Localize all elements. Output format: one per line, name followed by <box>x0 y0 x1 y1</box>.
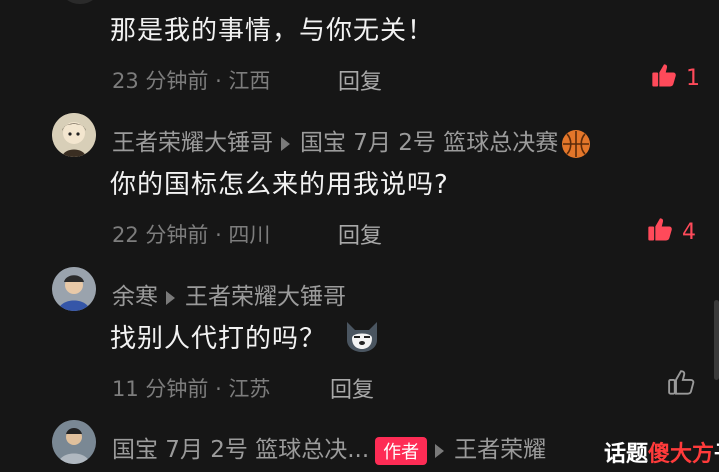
author-badge: 作者 <box>375 436 428 465</box>
like-button-2[interactable]: 4 <box>646 216 696 248</box>
reply-to-3[interactable]: 王者荣耀大锤哥 <box>185 284 346 310</box>
comment-header-4: 国宝 7月 2号 篮球总决... 作者 王者荣耀 <box>112 430 546 465</box>
comment-time-2: 22 分钟前 · 四川 <box>112 223 271 247</box>
avatar-user-2[interactable] <box>52 113 96 157</box>
username-2[interactable]: 王者荣耀大锤哥 <box>112 130 273 156</box>
thumbs-up-icon <box>646 216 674 248</box>
username-4[interactable]: 国宝 7月 2号 篮球总决... <box>112 437 369 463</box>
like-count-1: 1 <box>686 65 700 91</box>
reply-button-3[interactable]: 回复 <box>330 372 374 404</box>
comment-text-3-content: 找别人代打的吗？ <box>110 324 327 354</box>
reply-arrow-icon <box>281 136 290 151</box>
like-button-3[interactable] <box>666 368 696 402</box>
thumbs-up-icon <box>666 370 696 402</box>
reply-arrow-icon <box>166 290 175 305</box>
comment-header-3: 余寒 王者荣耀大锤哥 <box>112 277 346 311</box>
scrollbar[interactable] <box>714 300 719 380</box>
comment-text-2: 你的国标怎么来的用我说吗? <box>110 170 449 200</box>
comment-text-1: 那是我的事情，与你无关！ <box>110 16 435 46</box>
thumbs-up-icon <box>650 62 678 94</box>
comment-header-2: 王者荣耀大锤哥 国宝 7月 2号 篮球总决赛 <box>112 123 591 158</box>
reply-to-2[interactable]: 国宝 7月 2号 篮球总决赛 <box>300 130 558 156</box>
like-count-2: 4 <box>682 219 696 245</box>
avatar-user-4[interactable] <box>52 420 96 464</box>
like-button-1[interactable]: 1 <box>650 62 700 94</box>
reply-button-1[interactable]: 回复 <box>338 64 382 96</box>
reply-button-2[interactable]: 回复 <box>338 218 382 250</box>
watermark-part1: 话题 <box>604 442 649 467</box>
reply-arrow-icon <box>435 443 445 458</box>
basketball-icon <box>562 129 591 158</box>
comment-text-3: 找别人代打的吗？ <box>110 318 381 361</box>
watermark: 话题傻大方子 <box>604 436 719 468</box>
reply-to-4[interactable]: 王者荣耀 <box>454 437 546 463</box>
comment-time-1: 23 分钟前 · 江西 <box>112 69 271 93</box>
watermark-part3: 子 <box>714 442 719 467</box>
username-3[interactable]: 余寒 <box>112 284 158 310</box>
comment-time-3: 11 分钟前 · 江苏 <box>112 377 271 401</box>
watermark-part2: 傻大方 <box>648 442 715 467</box>
avatar-partial <box>60 0 100 4</box>
husky-sticker-icon <box>343 318 381 361</box>
avatar-user-3[interactable] <box>52 267 96 311</box>
